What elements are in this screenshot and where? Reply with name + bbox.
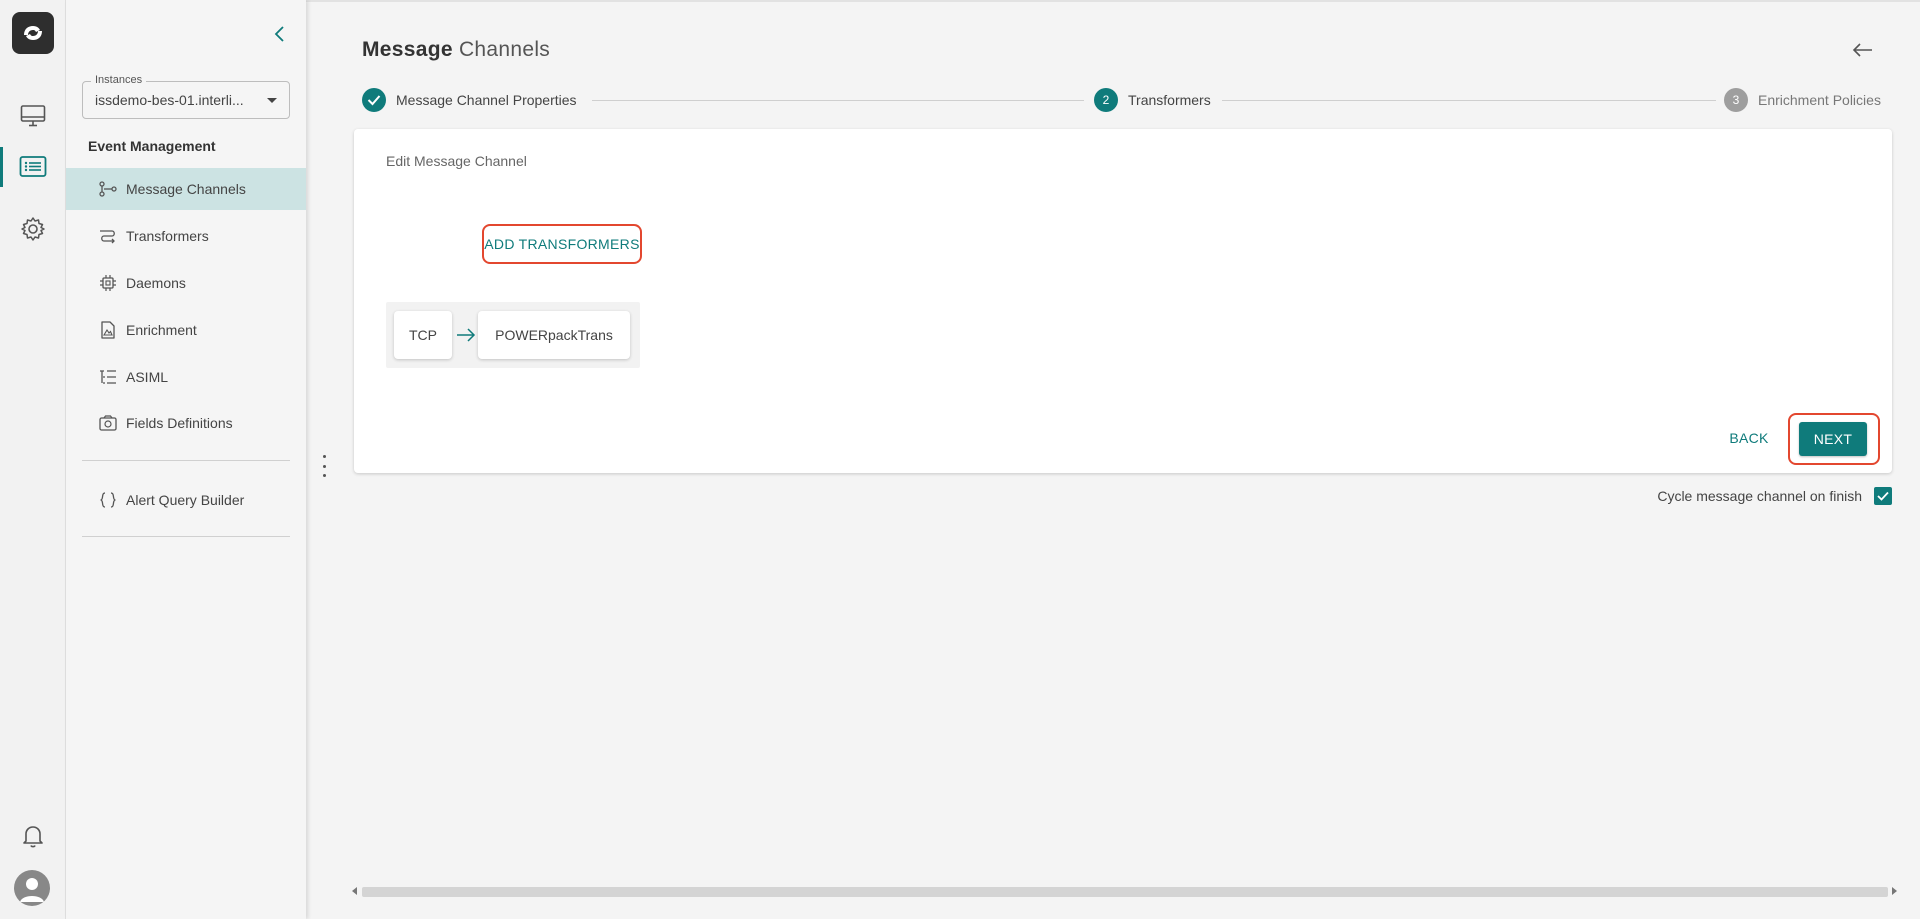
arrow-right-icon xyxy=(457,328,476,342)
enrichment-icon xyxy=(98,320,118,340)
arrow-left-icon xyxy=(1852,43,1872,57)
pipeline-node-tcp[interactable]: TCP xyxy=(394,311,452,359)
page-title: Message Channels xyxy=(362,38,550,62)
sidebar-item-enrichment[interactable]: Enrichment xyxy=(66,309,306,351)
gear-icon xyxy=(21,217,45,241)
sidebar-item-label: Transformers xyxy=(126,228,209,244)
sidebar-divider xyxy=(82,460,290,461)
user-icon xyxy=(20,878,44,902)
daemons-icon xyxy=(98,273,118,293)
sidebar-item-label: ASIML xyxy=(126,369,169,385)
instance-select-value: issdemo-bes-01.interli... xyxy=(95,92,244,108)
step-enrichment-policies[interactable]: 3 Enrichment Policies xyxy=(1724,88,1881,112)
pipeline-node-powerpacktrans[interactable]: POWERpackTrans xyxy=(478,311,630,359)
sidebar-item-alert-query-builder[interactable]: Alert Query Builder xyxy=(66,479,306,521)
asiml-icon xyxy=(98,367,118,387)
step-label: Enrichment Policies xyxy=(1758,92,1881,108)
sidebar-item-fields-definitions[interactable]: Fields Definitions xyxy=(66,402,306,444)
cycle-on-finish-checkbox[interactable] xyxy=(1874,487,1892,505)
page-title-light: Channels xyxy=(458,38,551,61)
rail-settings-button[interactable] xyxy=(0,205,66,253)
chevron-left-icon xyxy=(274,26,284,42)
scroll-left-icon[interactable] xyxy=(352,887,357,895)
step-number: 2 xyxy=(1094,88,1118,112)
rail-notifications-button[interactable] xyxy=(0,812,66,860)
step-label: Transformers xyxy=(1128,92,1211,108)
rail-monitor-button[interactable] xyxy=(0,92,66,140)
instance-select[interactable]: Instances issdemo-bes-01.interli... xyxy=(82,74,290,119)
fields-definitions-icon xyxy=(98,413,118,433)
horizontal-scrollbar[interactable] xyxy=(350,884,1900,900)
app-logo[interactable] xyxy=(12,12,54,54)
sidebar-item-asiml[interactable]: ASIML xyxy=(66,356,306,398)
step-message-channel-properties[interactable]: Message Channel Properties xyxy=(362,88,577,112)
sidebar-item-daemons[interactable]: Daemons xyxy=(66,262,306,304)
edit-channel-card: Edit Message Channel ADD TRANSFORMERS TC… xyxy=(354,129,1892,473)
sidebar-item-label: Alert Query Builder xyxy=(126,492,245,508)
caret-down-icon xyxy=(267,98,277,103)
sidebar: Instances issdemo-bes-01.interli... Even… xyxy=(66,0,306,919)
sidebar-item-label: Fields Definitions xyxy=(126,415,233,431)
cycle-on-finish-label: Cycle message channel on finish xyxy=(1657,488,1862,504)
cycle-on-finish-row: Cycle message channel on finish xyxy=(1640,485,1892,507)
avatar[interactable] xyxy=(14,870,50,906)
instance-select-label: Instances xyxy=(91,74,147,86)
bell-icon xyxy=(23,826,43,848)
app-rail xyxy=(0,0,66,919)
scrollbar-thumb[interactable] xyxy=(362,887,1888,897)
step-transformers[interactable]: 2 Transformers xyxy=(1094,88,1211,112)
sidebar-resize-handle[interactable] xyxy=(318,455,330,477)
braces-icon xyxy=(98,490,118,510)
page-back-button[interactable] xyxy=(1850,38,1876,62)
back-button[interactable]: BACK xyxy=(1720,421,1778,455)
sidebar-item-label: Daemons xyxy=(126,275,186,291)
step-label: Message Channel Properties xyxy=(396,92,577,108)
page-title-bold: Message xyxy=(362,38,453,61)
sidebar-item-message-channels[interactable]: Message Channels xyxy=(66,168,306,210)
rail-list-button[interactable] xyxy=(0,143,66,191)
check-icon xyxy=(362,88,386,112)
step-connector xyxy=(1222,100,1716,101)
add-transformers-button[interactable]: ADD TRANSFORMERS xyxy=(482,224,642,264)
next-button[interactable]: NEXT xyxy=(1799,422,1867,456)
transformer-pipeline: TCP POWERpackTrans xyxy=(386,302,640,368)
logo-icon xyxy=(24,26,42,40)
scroll-right-icon[interactable] xyxy=(1892,887,1897,895)
transformers-icon xyxy=(98,226,118,246)
sidebar-item-label: Enrichment xyxy=(126,322,197,338)
step-connector xyxy=(592,100,1084,101)
step-number: 3 xyxy=(1724,88,1748,112)
monitor-icon xyxy=(20,105,46,127)
collapse-sidebar-button[interactable] xyxy=(266,20,294,48)
sidebar-item-transformers[interactable]: Transformers xyxy=(66,215,306,257)
stepper: Message Channel Properties 2 Transformer… xyxy=(362,88,1888,114)
check-icon xyxy=(1877,491,1889,501)
card-title: Edit Message Channel xyxy=(386,153,527,169)
list-icon xyxy=(19,156,47,177)
message-channels-icon xyxy=(98,179,118,199)
sidebar-item-label: Message Channels xyxy=(126,181,246,197)
section-title-event-management: Event Management xyxy=(88,138,216,154)
sidebar-divider xyxy=(82,536,290,537)
